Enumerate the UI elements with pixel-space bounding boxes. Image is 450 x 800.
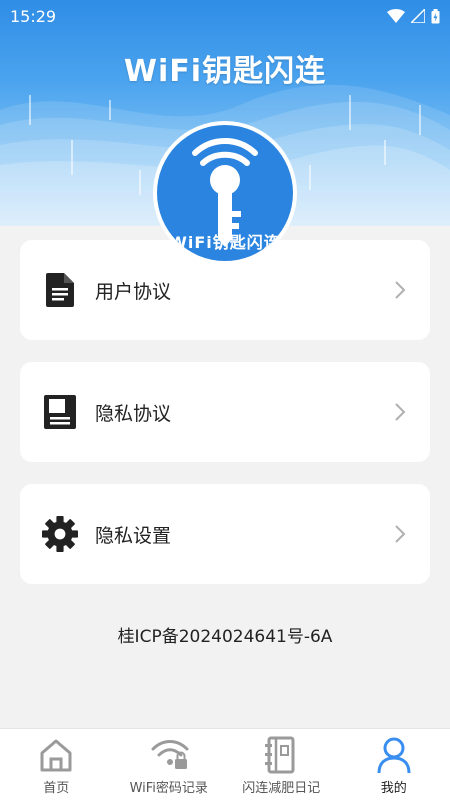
tab-label: 闪连减肥日记: [242, 781, 321, 796]
tab-home[interactable]: 首页: [0, 729, 113, 800]
logo-text: WiFi钥匙闪连: [169, 233, 281, 252]
status-time: 15:29: [10, 6, 57, 26]
app-logo: WiFi钥匙闪连: [153, 121, 297, 265]
wifi-icon: [387, 9, 405, 23]
app-title: WiFi钥匙闪连: [123, 54, 327, 89]
user-icon: [374, 735, 414, 775]
bottom-tab-bar: 首页 WiFi密码记录 闪连减肥日记 我的: [0, 728, 450, 800]
chevron-right-icon: [395, 281, 406, 299]
tab-wifi-password-records[interactable]: WiFi密码记录: [113, 729, 226, 800]
chevron-right-icon: [395, 525, 406, 543]
icp-record-text: 桂ICP备2024024641号-6A: [117, 627, 333, 647]
tab-diet-diary[interactable]: 闪连减肥日记: [225, 729, 338, 800]
menu-item-privacy-settings[interactable]: 隐私设置: [20, 484, 430, 584]
gear-icon: [42, 516, 78, 552]
status-bar: 15:29: [0, 0, 450, 32]
status-icons: [387, 8, 440, 24]
tab-label: 首页: [43, 781, 70, 796]
notebook-icon: [261, 735, 301, 775]
cellular-signal-icon: [411, 9, 425, 23]
tab-mine[interactable]: 我的: [338, 729, 450, 800]
wifi-lock-icon: [149, 735, 189, 775]
home-icon: [36, 735, 76, 775]
menu-label: 隐私协议: [95, 402, 172, 425]
menu-item-privacy-agreement[interactable]: 隐私协议: [20, 362, 430, 462]
chevron-right-icon: [395, 403, 406, 421]
privacy-book-icon: [42, 394, 78, 430]
document-icon: [42, 272, 78, 308]
menu-label: 用户协议: [95, 280, 172, 303]
battery-icon: [431, 8, 440, 23]
menu-label: 隐私设置: [95, 524, 172, 547]
tab-label: 我的: [380, 781, 407, 796]
tab-label: WiFi密码记录: [129, 781, 208, 796]
